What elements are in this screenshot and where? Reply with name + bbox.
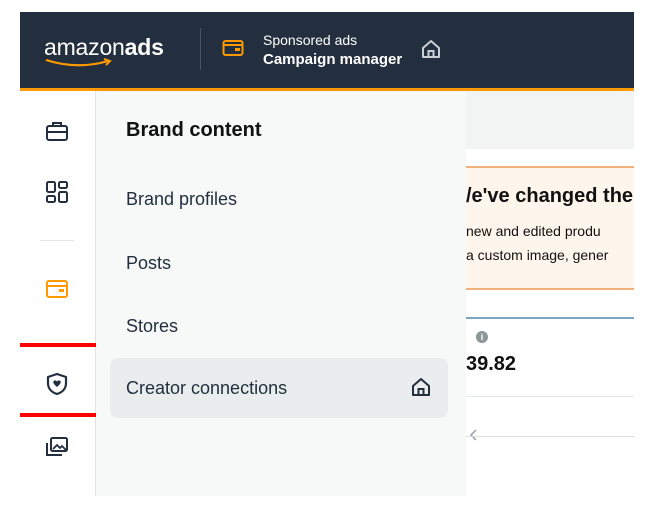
left-nav-rail bbox=[20, 91, 100, 496]
menu-item-posts[interactable]: Posts bbox=[110, 233, 448, 293]
menu-item-label: Brand profiles bbox=[126, 189, 238, 209]
briefcase-icon[interactable] bbox=[44, 118, 70, 144]
announcement-banner: /e've changed the new and edited produ a… bbox=[466, 166, 634, 290]
chart-axis-line bbox=[466, 436, 634, 437]
metric-value: 39.82 bbox=[466, 353, 517, 375]
logo-text-bold: ads bbox=[124, 34, 164, 60]
wallet-icon bbox=[222, 40, 244, 56]
app-screen: amazonads Sponsored ads Campaign manager bbox=[20, 12, 634, 496]
info-icon[interactable]: i bbox=[476, 331, 488, 343]
header-divider bbox=[200, 28, 201, 70]
panel-title: Brand content bbox=[126, 119, 262, 141]
logo-text-regular: amazon bbox=[44, 34, 125, 60]
menu-item-label: Stores bbox=[126, 316, 179, 336]
wallet-icon[interactable] bbox=[44, 276, 70, 302]
banner-title: /e've changed the bbox=[466, 185, 634, 207]
media-gallery-icon[interactable] bbox=[44, 434, 70, 460]
home-icon[interactable] bbox=[420, 39, 442, 59]
page-header-band bbox=[466, 91, 634, 149]
home-icon[interactable] bbox=[410, 376, 432, 398]
metric-card-border bbox=[466, 317, 634, 319]
highlight-box bbox=[20, 343, 100, 417]
menu-item-label: Posts bbox=[126, 253, 172, 273]
amazon-ads-logo[interactable]: amazonads bbox=[44, 34, 164, 61]
menu-item-creator-connections[interactable]: Creator connections bbox=[110, 358, 448, 418]
chevron-left-icon bbox=[469, 429, 477, 441]
banner-text-line: a custom image, gener bbox=[466, 247, 609, 263]
brand-content-flyout: Brand content Brand profiles Posts Store… bbox=[96, 91, 466, 496]
menu-item-brand-profiles[interactable]: Brand profiles bbox=[110, 169, 448, 229]
menu-item-stores[interactable]: Stores bbox=[110, 296, 448, 356]
product-category: Sponsored ads bbox=[263, 32, 358, 48]
divider bbox=[466, 396, 634, 397]
campaign-page-background: /e've changed the new and edited produ a… bbox=[466, 91, 634, 496]
banner-text-line: new and edited produ bbox=[466, 223, 601, 239]
logo-smile-icon bbox=[45, 58, 112, 67]
menu-item-label: Creator connections bbox=[126, 378, 288, 398]
product-name[interactable]: Campaign manager bbox=[263, 51, 402, 68]
dashboard-grid-icon[interactable] bbox=[44, 179, 70, 205]
top-bar: amazonads Sponsored ads Campaign manager bbox=[20, 12, 634, 91]
rail-divider bbox=[40, 240, 74, 241]
